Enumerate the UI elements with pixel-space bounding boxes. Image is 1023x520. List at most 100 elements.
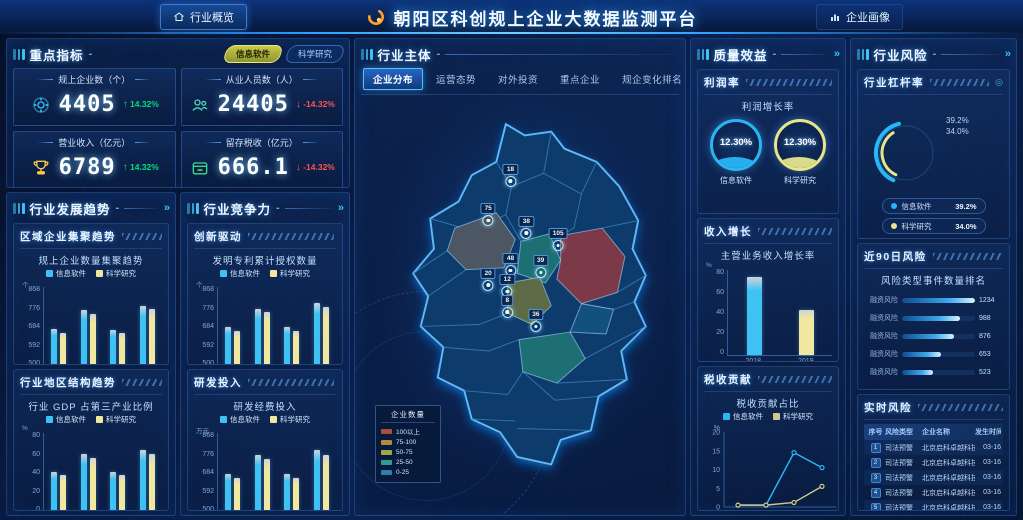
risk-table-row[interactable]: 5司法预警北京启科卓越科技有限公司03-16	[864, 500, 1003, 511]
map-marker-20[interactable]: 20	[481, 268, 496, 291]
nav-industry-overview[interactable]: 行业概览	[160, 4, 247, 30]
chart-title: 利润增长率	[704, 99, 832, 113]
panel-dash: -	[933, 48, 937, 60]
risk-table-row[interactable]: 4司法预警北京启科卓越科技有限公司03-16	[864, 485, 1003, 500]
subpanel-title: 税收贡献	[704, 372, 752, 387]
chart-gdp-share: 行业 GDP 占第三产业比例信息软件科学研究806040200%20162017…	[20, 399, 162, 511]
map-legend-item: 50-75	[381, 449, 435, 456]
left-bottom-row: 行业发展趋势 - » 区域企业集聚趋势 规上企业数量集聚趋势信息软件科学研究86…	[6, 192, 350, 516]
risk-table-row[interactable]: 1司法预警北京启科卓越科技有限公司03-16	[864, 440, 1003, 455]
subpanel-header: 税收贡献	[704, 370, 832, 392]
subpanel-header: 收入增长	[704, 222, 832, 244]
subpanel-title: 行业地区结构趋势	[20, 375, 116, 390]
panel-line	[781, 54, 829, 55]
panel-dash: -	[773, 48, 777, 60]
subpanel-tax-contribution: 税收贡献 税收贡献占比信息软件科学研究20151050%201620172018…	[697, 366, 839, 511]
panel-title: 行业竞争力	[204, 199, 272, 218]
map-marker-38[interactable]: 38	[519, 216, 534, 239]
kpi-toggle-group: 信息软件科学研究	[225, 45, 343, 63]
kpi-toggle-research[interactable]: 科学研究	[284, 45, 346, 63]
svg-text:5: 5	[716, 486, 720, 493]
slash-decoration	[930, 79, 989, 86]
panel-key-indicators: 重点指标 - 信息软件科学研究 规上企业数（个）4405↑ 14.32%从业人员…	[6, 38, 350, 188]
expand-arrows-icon[interactable]: »	[338, 202, 343, 214]
expand-arrows-icon[interactable]: »	[164, 202, 169, 214]
app-title: 朝阳区科创规上企业大数据监测平台	[394, 5, 698, 30]
map-marker-39[interactable]: 39	[533, 255, 548, 278]
legend-swatch	[381, 429, 392, 434]
nav-enterprise-profile[interactable]: 企业画像	[816, 4, 903, 30]
subpanel-income-growth: 收入增长 主营业务收入增长率806040200%20182019	[697, 218, 839, 363]
map-marker-105[interactable]: 105	[549, 228, 568, 251]
tab-企业分布[interactable]: 企业分布	[363, 68, 423, 90]
tab-对外投资[interactable]: 对外投资	[489, 69, 547, 89]
map-marker-36[interactable]: 36	[528, 309, 543, 332]
subpanel-header: 行业地区结构趋势	[20, 373, 162, 395]
table-header-row: 序号风险类型企业名称发生时间	[864, 424, 1003, 440]
leverage-arc-gauge: 39.2%34.0%	[864, 95, 1003, 204]
risk-rank-bar: 融资风险1234	[864, 295, 1003, 305]
legend-swatch	[381, 470, 392, 475]
panel-industry-trends: 行业发展趋势 - » 区域企业集聚趋势 规上企业数量集聚趋势信息软件科学研究86…	[6, 192, 176, 516]
subpanel-title: 区域企业集聚趋势	[20, 229, 116, 244]
profit-gauges: 12.30%信息软件12.30%科学研究	[704, 119, 832, 186]
kpi-value: 24405	[218, 92, 289, 117]
subpanel-title: 研发投入	[194, 375, 242, 390]
map-legend-items: 100以上75-10050-7525-500-25	[381, 426, 435, 476]
chart-enterprise-agglomeration: 规上企业数量集聚趋势信息软件科学研究868776684592500个201620…	[20, 253, 162, 365]
expand-arrows-icon[interactable]: »	[834, 48, 839, 60]
risk-table-row[interactable]: 3司法预警北京启科卓越科技有限公司03-16	[864, 470, 1003, 485]
slash-decoration	[248, 379, 334, 386]
district-map-box: 18753810548392012836 企业数量 100以上75-10050-…	[361, 95, 679, 511]
subpanel-title: 近90日风险	[864, 249, 927, 264]
subpanel-innovation: 创新驱动 发明专利累计授权数量信息软件科学研究868776684592500个2…	[187, 223, 343, 365]
expand-arrows-icon[interactable]: »	[1005, 48, 1010, 60]
kpi-value: 4405	[59, 92, 116, 117]
subpanel-rnd-investment: 研发投入 研发经费投入信息软件科学研究868776684592500万元2016…	[187, 369, 343, 511]
risk-table-row[interactable]: 2司法预警北京启科卓越科技有限公司03-16	[864, 455, 1003, 470]
slash-decoration	[933, 253, 1003, 260]
tab-规企变化排名[interactable]: 规企变化排名	[613, 69, 686, 89]
chart-patents: 发明专利累计授权数量信息软件科学研究868776684592500个201620…	[194, 253, 336, 365]
svg-text:10: 10	[712, 467, 720, 474]
platform-logo-icon	[366, 7, 386, 27]
slash-decoration	[122, 379, 162, 386]
subpanel-recent-risk: 近90日风险 风险类型事件数量排名融资风险1234融资风险988融资风险876融…	[857, 243, 1010, 390]
panel-dash: -	[116, 202, 120, 214]
kpi-delta: ↑ 14.32%	[123, 99, 159, 110]
map-marker-75[interactable]: 75	[481, 203, 496, 226]
kpi-delta: ↓ -14.32%	[296, 99, 335, 110]
kpi-label: 从业人员数（人）	[226, 73, 298, 86]
profit-gauge: 12.30%科学研究	[774, 119, 826, 186]
panel-header: 质量效益 - »	[697, 43, 839, 65]
subpanel-header: 区域企业集聚趋势	[20, 227, 162, 249]
tab-重点企业[interactable]: 重点企业	[551, 69, 609, 89]
info-icon[interactable]: ◎	[995, 77, 1003, 88]
subpanel-leverage: 行业杠杆率 ◎ 39.2%34.0% 信息软件39.2%科学研究34.0%	[857, 69, 1010, 239]
panel-industry-main: 行业主体 - 企业分布运营态势对外投资重点企业规企变化排名	[354, 38, 686, 516]
chart-tax-share: 税收贡献占比信息软件科学研究20151050%2016201720182019	[704, 396, 832, 511]
map-legend-item: 100以上	[381, 426, 435, 436]
tab-运营态势[interactable]: 运营态势	[427, 69, 485, 89]
panel-title: 质量效益	[714, 45, 768, 64]
subpanel-title: 收入增长	[704, 224, 752, 239]
kpi-card: 从业人员数（人） 24405 ↓ -14.32%	[181, 68, 344, 126]
kpi-label: 留存税收（亿元）	[226, 136, 298, 149]
map-marker-18[interactable]: 18	[503, 164, 518, 187]
kpi-delta: ↑ 14.32%	[123, 162, 159, 173]
risk-rank-bar: 融资风险523	[864, 367, 1003, 377]
panel-bars-icon	[361, 49, 373, 60]
legend-swatch	[381, 450, 392, 455]
chart-rnd-expense: 研发经费投入信息软件科学研究868776684592500万元201620172…	[194, 399, 336, 511]
map-marker-48[interactable]: 48	[503, 253, 518, 276]
leverage-legend-item: 科学研究34.0%	[882, 218, 986, 234]
panel-header: 重点指标 - 信息软件科学研究	[13, 43, 343, 65]
map-marker-8[interactable]: 8	[501, 295, 513, 318]
svg-text:39.2%: 39.2%	[946, 116, 969, 125]
svg-text:%: %	[714, 425, 720, 432]
panel-header: 行业风险 - »	[857, 43, 1010, 65]
slash-decoration	[918, 404, 1003, 411]
map-marker-12[interactable]: 12	[500, 274, 515, 297]
kpi-toggle-software[interactable]: 信息软件	[222, 45, 284, 63]
tax-icon	[189, 157, 211, 179]
